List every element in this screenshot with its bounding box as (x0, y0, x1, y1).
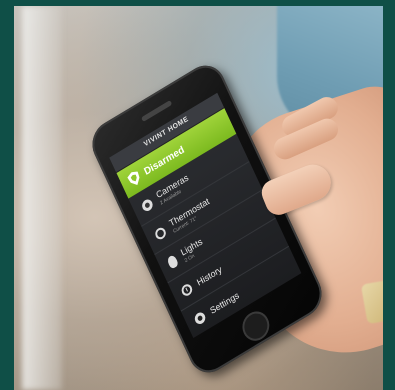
background-pillar (22, 6, 62, 390)
history-icon (179, 281, 194, 298)
phone-speaker (141, 99, 173, 123)
lightbulb-icon (166, 254, 180, 270)
menu-item-label: History (195, 264, 224, 288)
thermostat-icon (153, 225, 168, 241)
shield-icon (126, 169, 142, 188)
menu-item-label: Settings (208, 290, 241, 316)
photo-scene: VIVINT HOME Disarmed Cameras 2 Available… (14, 6, 383, 390)
settings-icon (192, 309, 207, 326)
camera-icon (140, 196, 155, 213)
